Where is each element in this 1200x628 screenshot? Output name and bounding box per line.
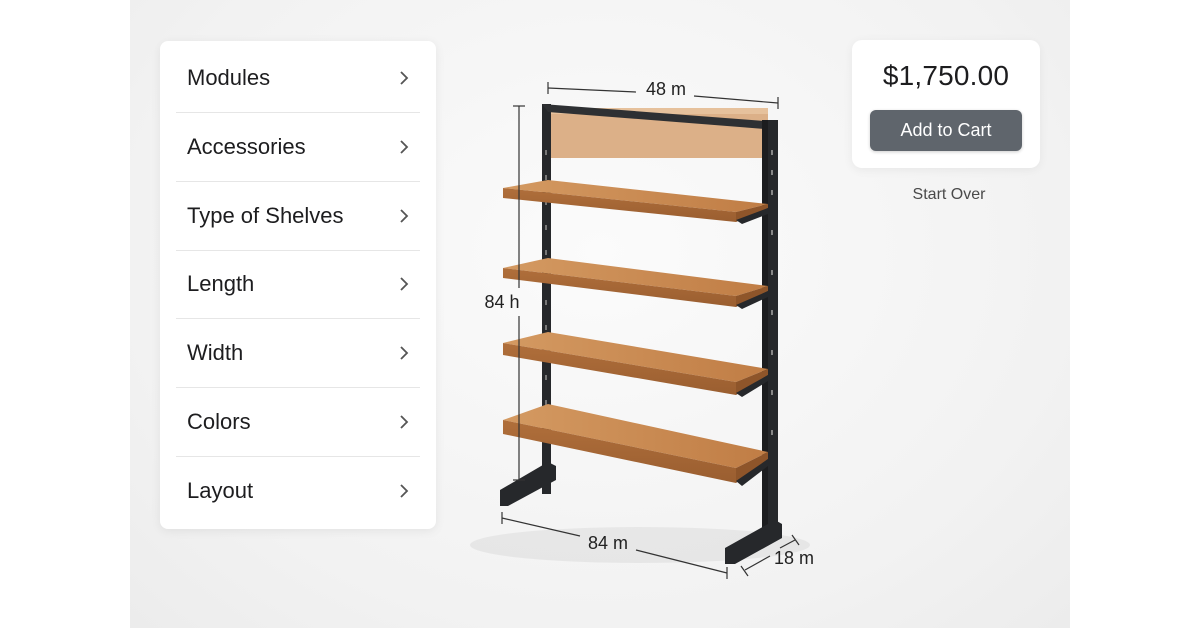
menu-item-label: Layout <box>187 478 254 503</box>
chevron-right-icon <box>400 484 409 498</box>
menu-item-label: Accessories <box>187 134 306 159</box>
menu-item-label: Length <box>187 271 255 296</box>
shelf-product-image: 48 m 84 h 84 m 18 m <box>470 79 814 579</box>
right-upright <box>725 120 782 564</box>
menu-item-colors[interactable]: Colors <box>176 388 420 457</box>
menu-item-label: Modules <box>187 65 271 90</box>
price-summary-card: $1,750.00 Add to Cart <box>852 40 1040 168</box>
chevron-right-icon <box>400 140 409 154</box>
chevron-right-icon <box>400 415 409 429</box>
menu-item-length[interactable]: Length <box>176 250 420 319</box>
menu-item-modules[interactable]: Modules <box>176 44 420 113</box>
add-to-cart-button[interactable]: Add to Cart <box>870 110 1022 151</box>
menu-item-layout[interactable]: Layout <box>176 457 420 525</box>
chevron-right-icon <box>400 209 409 223</box>
dimension-height-label: 84 h <box>484 292 519 312</box>
start-over-link[interactable]: Start Over <box>852 186 1046 204</box>
menu-item-accessories[interactable]: Accessories <box>176 113 420 182</box>
menu-item-label: Colors <box>187 409 251 434</box>
dimension-depth-label: 18 m <box>774 548 814 568</box>
menu-item-width[interactable]: Width <box>176 319 420 388</box>
chevron-right-icon <box>400 346 409 360</box>
menu-item-type-of-shelves[interactable]: Type of Shelves <box>176 182 420 251</box>
chevron-right-icon <box>400 277 409 291</box>
dimension-top-label: 48 m <box>646 79 686 99</box>
chevron-right-icon <box>400 71 409 85</box>
options-menu: Modules Accessories Type of Shelves Leng… <box>160 41 436 529</box>
menu-item-label: Width <box>187 340 244 365</box>
total-price: $1,750.00 <box>882 60 1010 91</box>
dimension-bottom-label: 84 m <box>588 533 628 553</box>
menu-item-label: Type of Shelves <box>187 203 344 228</box>
